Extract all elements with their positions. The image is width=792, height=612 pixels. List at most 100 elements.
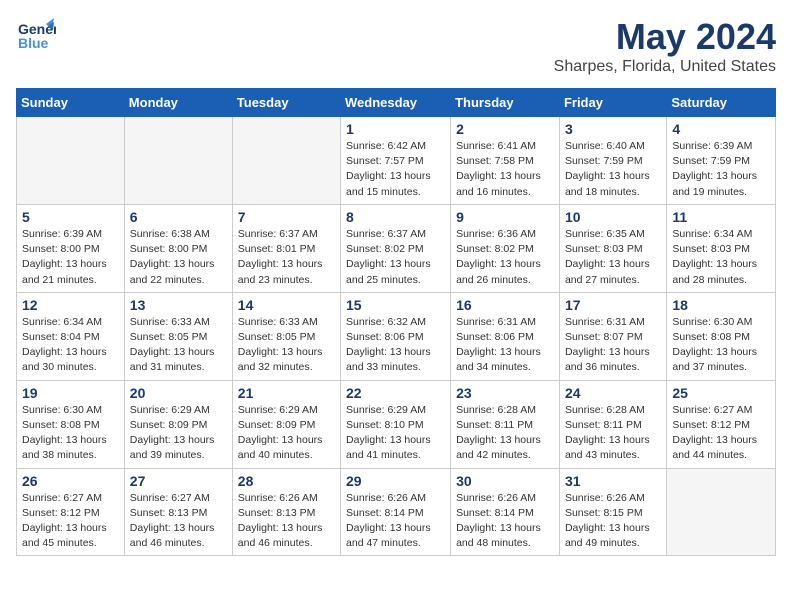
day-number: 13 [130, 297, 227, 313]
weekday-header: Wednesday [341, 89, 451, 117]
calendar-cell: 15Sunrise: 6:32 AMSunset: 8:06 PMDayligh… [341, 292, 451, 380]
day-number: 16 [456, 297, 554, 313]
calendar-cell: 3 Sunrise: 6:40 AMSunset: 7:59 PMDaylight… [559, 117, 666, 205]
day-info: Sunrise: 6:39 AMSunset: 8:00 PMDaylight:… [22, 227, 119, 288]
day-info: Sunrise: 6:31 AMSunset: 8:07 PMDaylight:… [565, 315, 661, 376]
weekday-header: Sunday [17, 89, 125, 117]
calendar-header-row: SundayMondayTuesdayWednesdayThursdayFrid… [17, 89, 776, 117]
calendar-cell: 5Sunrise: 6:39 AMSunset: 8:00 PMDaylight… [17, 204, 125, 292]
day-info: Sunrise: 6:26 AMSunset: 8:14 PMDaylight:… [346, 491, 445, 552]
day-number: 30 [456, 473, 554, 489]
page-header: General Blue May 2024 Sharpes, Florida, … [16, 16, 776, 76]
day-number: 26 [22, 473, 119, 489]
calendar-cell: 12 Sunrise: 6:34 AMSunset: 8:04 PMDayligh… [17, 292, 125, 380]
day-number: 14 [238, 297, 335, 313]
day-number: 1 [346, 121, 445, 137]
calendar-cell: 14Sunrise: 6:33 AMSunset: 8:05 PMDayligh… [232, 292, 340, 380]
calendar-cell [667, 468, 776, 556]
calendar-week-row: 12 Sunrise: 6:34 AMSunset: 8:04 PMDayligh… [17, 292, 776, 380]
calendar-week-row: 1 Sunrise: 6:42 AMSunset: 7:57 PMDaylight… [17, 117, 776, 205]
day-number: 20 [130, 385, 227, 401]
day-info: Sunrise: 6:26 AMSunset: 8:13 PMDaylight:… [238, 491, 335, 552]
day-info: Sunrise: 6:31 AMSunset: 8:06 PMDaylight:… [456, 315, 554, 376]
day-info: Sunrise: 6:29 AMSunset: 8:09 PMDaylight:… [130, 403, 227, 464]
day-number: 12 [22, 297, 119, 313]
day-info: Sunrise: 6:40 AMSunset: 7:59 PMDaylight:… [565, 139, 661, 200]
day-number: 29 [346, 473, 445, 489]
day-info: Sunrise: 6:26 AMSunset: 8:14 PMDaylight:… [456, 491, 554, 552]
calendar-cell: 11Sunrise: 6:34 AMSunset: 8:03 PMDayligh… [667, 204, 776, 292]
calendar-cell: 30 Sunrise: 6:26 AMSunset: 8:14 PMDayligh… [451, 468, 560, 556]
calendar-cell: 31 Sunrise: 6:26 AMSunset: 8:15 PMDayligh… [559, 468, 666, 556]
day-info: Sunrise: 6:37 AMSunset: 8:01 PMDaylight:… [238, 227, 335, 288]
weekday-header: Saturday [667, 89, 776, 117]
day-number: 19 [22, 385, 119, 401]
day-info: Sunrise: 6:42 AMSunset: 7:57 PMDaylight:… [346, 139, 445, 200]
logo-icon: General Blue [16, 16, 56, 56]
day-info: Sunrise: 6:39 AMSunset: 7:59 PMDaylight:… [672, 139, 770, 200]
calendar-cell: 28 Sunrise: 6:26 AMSunset: 8:13 PMDayligh… [232, 468, 340, 556]
day-info: Sunrise: 6:28 AMSunset: 8:11 PMDaylight:… [456, 403, 554, 464]
svg-text:Blue: Blue [18, 35, 49, 51]
calendar-cell [17, 117, 125, 205]
day-info: Sunrise: 6:27 AMSunset: 8:12 PMDaylight:… [22, 491, 119, 552]
day-number: 25 [672, 385, 770, 401]
calendar-cell: 22Sunrise: 6:29 AMSunset: 8:10 PMDayligh… [341, 380, 451, 468]
calendar-week-row: 26 Sunrise: 6:27 AMSunset: 8:12 PMDayligh… [17, 468, 776, 556]
day-info: Sunrise: 6:41 AMSunset: 7:58 PMDaylight:… [456, 139, 554, 200]
day-number: 15 [346, 297, 445, 313]
day-number: 6 [130, 209, 227, 225]
day-number: 31 [565, 473, 661, 489]
day-number: 21 [238, 385, 335, 401]
calendar-cell: 1 Sunrise: 6:42 AMSunset: 7:57 PMDaylight… [341, 117, 451, 205]
day-number: 17 [565, 297, 661, 313]
calendar-cell: 16 Sunrise: 6:31 AMSunset: 8:06 PMDayligh… [451, 292, 560, 380]
weekday-header: Monday [124, 89, 232, 117]
calendar-cell [124, 117, 232, 205]
day-info: Sunrise: 6:30 AMSunset: 8:08 PMDaylight:… [672, 315, 770, 376]
day-number: 4 [672, 121, 770, 137]
day-info: Sunrise: 6:26 AMSunset: 8:15 PMDaylight:… [565, 491, 661, 552]
calendar-table: SundayMondayTuesdayWednesdayThursdayFrid… [16, 88, 776, 556]
day-number: 28 [238, 473, 335, 489]
calendar-cell: 10Sunrise: 6:35 AMSunset: 8:03 PMDayligh… [559, 204, 666, 292]
day-info: Sunrise: 6:34 AMSunset: 8:04 PMDaylight:… [22, 315, 119, 376]
calendar-cell: 2 Sunrise: 6:41 AMSunset: 7:58 PMDaylight… [451, 117, 560, 205]
day-info: Sunrise: 6:27 AMSunset: 8:13 PMDaylight:… [130, 491, 227, 552]
calendar-cell: 20 Sunrise: 6:29 AMSunset: 8:09 PMDayligh… [124, 380, 232, 468]
calendar-cell: 27 Sunrise: 6:27 AMSunset: 8:13 PMDayligh… [124, 468, 232, 556]
calendar-cell: 9 Sunrise: 6:36 AMSunset: 8:02 PMDaylight… [451, 204, 560, 292]
day-info: Sunrise: 6:38 AMSunset: 8:00 PMDaylight:… [130, 227, 227, 288]
calendar-cell: 19 Sunrise: 6:30 AMSunset: 8:08 PMDayligh… [17, 380, 125, 468]
day-number: 2 [456, 121, 554, 137]
day-number: 23 [456, 385, 554, 401]
subtitle: Sharpes, Florida, United States [554, 58, 776, 76]
calendar-cell: 6 Sunrise: 6:38 AMSunset: 8:00 PMDaylight… [124, 204, 232, 292]
day-number: 7 [238, 209, 335, 225]
logo: General Blue [16, 16, 56, 56]
day-number: 3 [565, 121, 661, 137]
calendar-cell [232, 117, 340, 205]
day-info: Sunrise: 6:36 AMSunset: 8:02 PMDaylight:… [456, 227, 554, 288]
day-number: 27 [130, 473, 227, 489]
weekday-header: Friday [559, 89, 666, 117]
day-number: 9 [456, 209, 554, 225]
calendar-cell: 18 Sunrise: 6:30 AMSunset: 8:08 PMDayligh… [667, 292, 776, 380]
day-info: Sunrise: 6:33 AMSunset: 8:05 PMDaylight:… [130, 315, 227, 376]
calendar-cell: 21Sunrise: 6:29 AMSunset: 8:09 PMDayligh… [232, 380, 340, 468]
calendar-cell: 25 Sunrise: 6:27 AMSunset: 8:12 PMDayligh… [667, 380, 776, 468]
day-info: Sunrise: 6:30 AMSunset: 8:08 PMDaylight:… [22, 403, 119, 464]
day-info: Sunrise: 6:27 AMSunset: 8:12 PMDaylight:… [672, 403, 770, 464]
weekday-header: Tuesday [232, 89, 340, 117]
calendar-cell: 4 Sunrise: 6:39 AMSunset: 7:59 PMDaylight… [667, 117, 776, 205]
calendar-cell: 24Sunrise: 6:28 AMSunset: 8:11 PMDayligh… [559, 380, 666, 468]
calendar-cell: 23 Sunrise: 6:28 AMSunset: 8:11 PMDayligh… [451, 380, 560, 468]
calendar-cell: 17 Sunrise: 6:31 AMSunset: 8:07 PMDayligh… [559, 292, 666, 380]
day-number: 11 [672, 209, 770, 225]
calendar-cell: 8Sunrise: 6:37 AMSunset: 8:02 PMDaylight… [341, 204, 451, 292]
day-number: 18 [672, 297, 770, 313]
calendar-week-row: 19 Sunrise: 6:30 AMSunset: 8:08 PMDayligh… [17, 380, 776, 468]
day-number: 22 [346, 385, 445, 401]
calendar-cell: 13 Sunrise: 6:33 AMSunset: 8:05 PMDayligh… [124, 292, 232, 380]
main-title: May 2024 [554, 16, 776, 58]
